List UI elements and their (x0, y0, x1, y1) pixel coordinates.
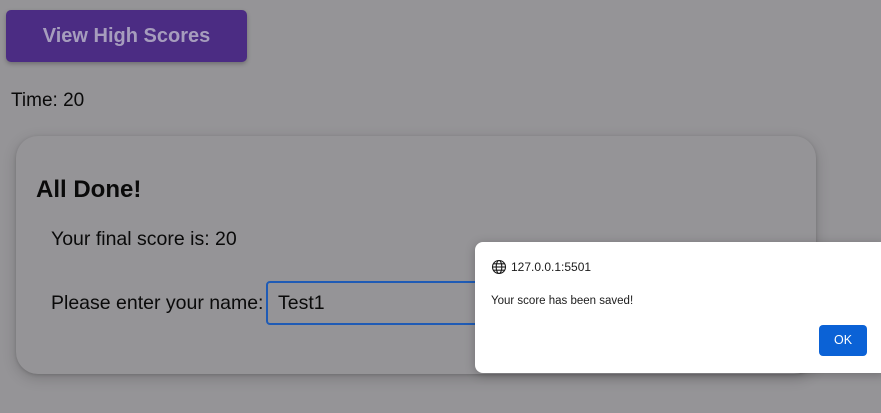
view-high-scores-button[interactable]: View High Scores (6, 10, 247, 62)
dialog-origin: 127.0.0.1:5501 (491, 259, 591, 275)
dialog-message: Your score has been saved! (491, 295, 634, 307)
dialog-origin-text: 127.0.0.1:5501 (511, 260, 592, 274)
final-score-text: Your final score is: 20 (51, 228, 237, 250)
card-title: All Done! (36, 176, 142, 203)
alert-dialog: 127.0.0.1:5501 Your score has been saved… (475, 242, 881, 373)
name-label: Please enter your name: (51, 292, 264, 314)
globe-icon (491, 259, 507, 275)
ok-button[interactable]: OK (819, 325, 867, 356)
timer-text: Time: 20 (11, 90, 85, 111)
